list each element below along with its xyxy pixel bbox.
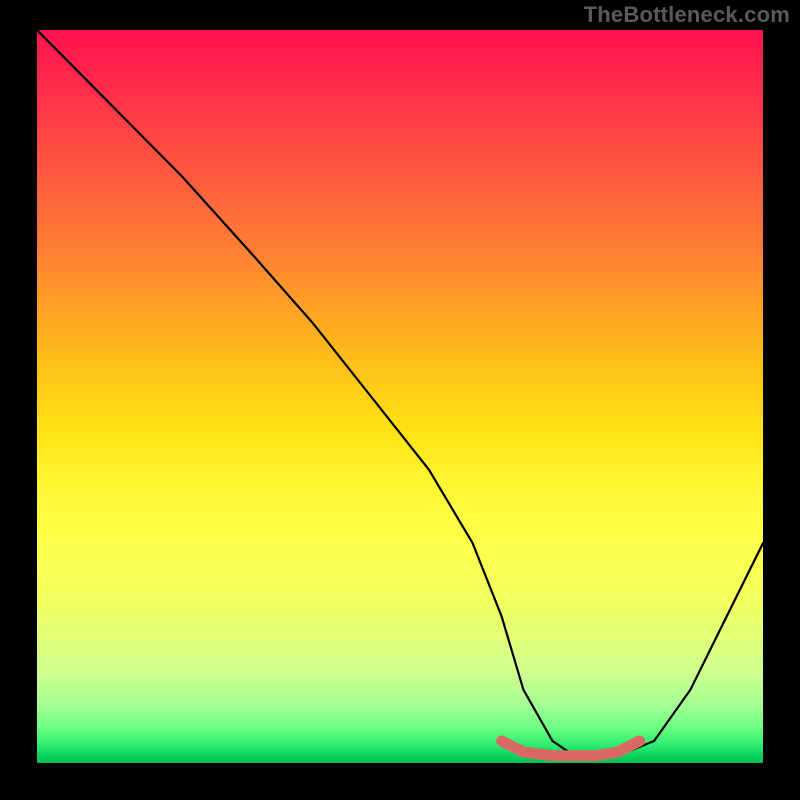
chart-frame: TheBottleneck.com: [0, 0, 800, 800]
plot-area: [37, 30, 763, 763]
watermark-text: TheBottleneck.com: [584, 2, 790, 28]
curve-svg: [37, 30, 763, 763]
curve-highlight: [502, 741, 640, 756]
curve-line: [37, 30, 763, 756]
